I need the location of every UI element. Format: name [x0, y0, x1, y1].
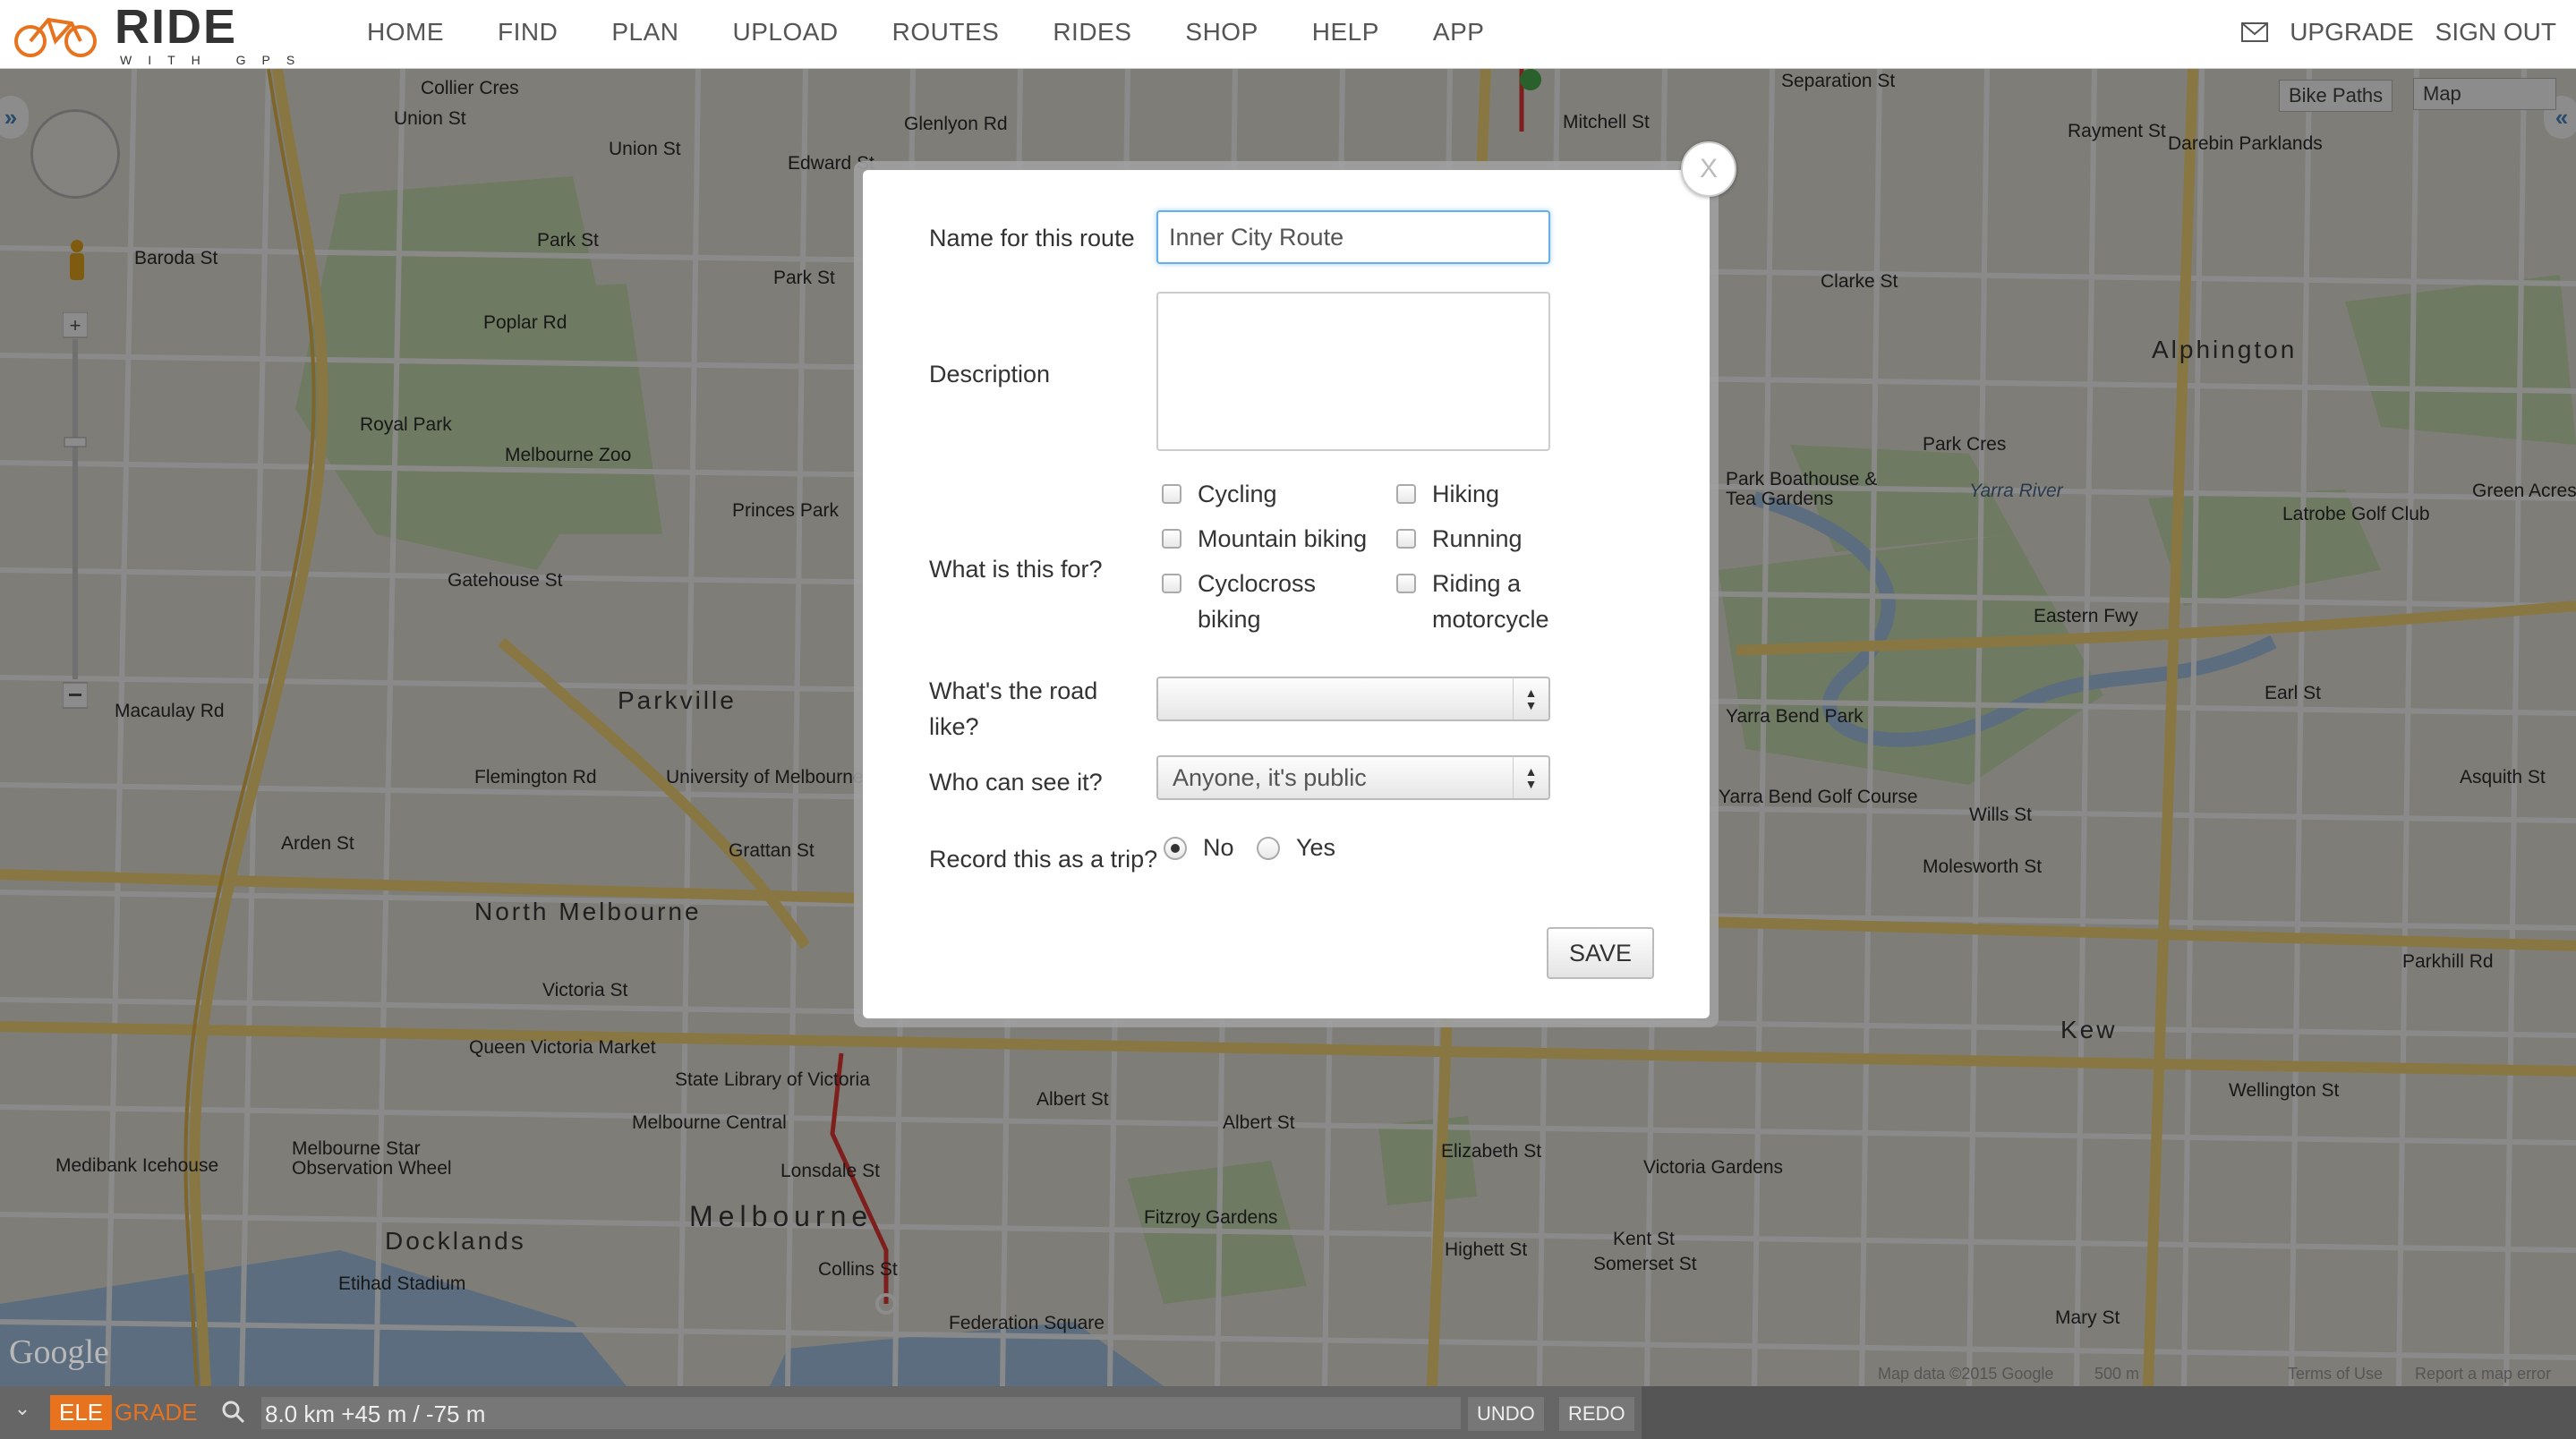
nav-app[interactable]: APP: [1433, 18, 1485, 47]
nav-routes[interactable]: ROUTES: [892, 18, 1000, 47]
terms-link[interactable]: Terms of Use: [2288, 1365, 2383, 1384]
nav-find[interactable]: FIND: [498, 18, 558, 47]
close-dialog-button[interactable]: X: [1681, 141, 1736, 197]
elevation-bar: ⌄ ELE GRADE 8.0 km +45 m / -75 m UNDO RE…: [0, 1386, 2576, 1439]
logo-subtext: WITH GPS: [120, 53, 311, 66]
radio-selected[interactable]: [1164, 836, 1187, 860]
report-error-link[interactable]: Report a map error: [2415, 1365, 2551, 1384]
select-arrows-icon: ▲ ▼: [1513, 678, 1548, 720]
name-label: Name for this route: [929, 225, 1135, 251]
grade-tab[interactable]: GRADE: [115, 1399, 197, 1426]
trip-yes-radio[interactable]: Yes: [1257, 834, 1335, 862]
checkbox-label: Hiking: [1432, 481, 1500, 507]
sign-out-link[interactable]: SIGN OUT: [2435, 18, 2556, 47]
nav-rides[interactable]: RIDES: [1053, 18, 1131, 47]
activity-mountain-biking[interactable]: Mountain biking: [1162, 521, 1367, 557]
road-label: What's the road like?: [929, 677, 1098, 740]
elevation-tab[interactable]: ELE: [50, 1395, 113, 1430]
activity-hiking[interactable]: Hiking: [1396, 476, 1499, 512]
upgrade-link[interactable]: UPGRADE: [2290, 18, 2413, 47]
checkbox[interactable]: [1396, 574, 1416, 593]
checkbox-label: Cyclocross biking: [1198, 570, 1317, 633]
select-arrows-icon: ▲ ▼: [1513, 757, 1548, 798]
nav-plan[interactable]: PLAN: [611, 18, 678, 47]
top-nav-bar: RIDE WITH GPS HOME FIND PLAN UPLOAD ROUT…: [0, 0, 2576, 69]
checkbox[interactable]: [1396, 484, 1416, 504]
route-name-input[interactable]: [1156, 210, 1550, 264]
nav-help[interactable]: HELP: [1312, 18, 1379, 47]
checkbox[interactable]: [1396, 529, 1416, 549]
checkbox-label: Cycling: [1198, 481, 1277, 507]
elevation-toolbar: ⌄ ELE GRADE 8.0 km +45 m / -75 m UNDO RE…: [0, 1386, 1642, 1439]
redo-button[interactable]: REDO: [1559, 1397, 1634, 1431]
checkbox-label: Mountain biking: [1198, 525, 1368, 552]
activity-label: What is this for?: [929, 556, 1103, 583]
activity-cycling[interactable]: Cycling: [1162, 476, 1277, 512]
main-nav: HOME FIND PLAN UPLOAD ROUTES RIDES SHOP …: [367, 0, 1538, 64]
activity-cyclocross[interactable]: Cyclocross biking: [1162, 566, 1341, 637]
radio-unselected[interactable]: [1257, 836, 1280, 860]
route-stats: 8.0 km +45 m / -75 m: [261, 1397, 1461, 1429]
account-nav: UPGRADE SIGN OUT: [2241, 0, 2556, 64]
nav-shop[interactable]: SHOP: [1185, 18, 1258, 47]
checkbox-label: Running: [1432, 525, 1523, 552]
mail-icon[interactable]: [2241, 22, 2269, 42]
nav-upload[interactable]: UPLOAD: [732, 18, 838, 47]
save-button[interactable]: SAVE: [1547, 927, 1654, 979]
checkbox-label: Riding a motorcycle: [1432, 570, 1549, 633]
description-label: Description: [929, 361, 1051, 387]
road-type-select[interactable]: ▲ ▼: [1156, 677, 1550, 721]
select-value: Anyone, it's public: [1173, 764, 1367, 791]
radio-label: No: [1203, 834, 1234, 861]
checkbox[interactable]: [1162, 484, 1181, 504]
undo-button[interactable]: UNDO: [1468, 1397, 1544, 1431]
radio-label: Yes: [1296, 834, 1336, 861]
expand-chevron-icon[interactable]: ⌄: [9, 1397, 36, 1427]
save-route-dialog: Name for this route Description What is …: [863, 170, 1710, 1018]
visibility-label: Who can see it?: [929, 769, 1103, 796]
map-data-credit: Map data ©2015 Google: [1878, 1365, 2054, 1383]
zoom-search-icon[interactable]: [220, 1399, 247, 1426]
visibility-select[interactable]: Anyone, it's public ▲ ▼: [1156, 755, 1550, 800]
trip-label: Record this as a trip?: [929, 846, 1158, 873]
logo-text: RIDE: [115, 2, 237, 54]
activity-motorcycle[interactable]: Riding a motorcycle: [1396, 566, 1575, 637]
google-logo: Google: [9, 1333, 109, 1371]
nav-home[interactable]: HOME: [367, 18, 444, 47]
checkbox[interactable]: [1162, 529, 1181, 549]
save-route-dialog-frame: Name for this route Description What is …: [854, 161, 1719, 1027]
map-scale: 500 m: [2094, 1365, 2140, 1383]
ride-with-gps-logo[interactable]: RIDE WITH GPS: [9, 0, 331, 67]
activity-running[interactable]: Running: [1396, 521, 1523, 557]
description-input[interactable]: [1156, 292, 1550, 451]
checkbox[interactable]: [1162, 574, 1181, 593]
trip-no-radio[interactable]: No: [1164, 834, 1234, 862]
